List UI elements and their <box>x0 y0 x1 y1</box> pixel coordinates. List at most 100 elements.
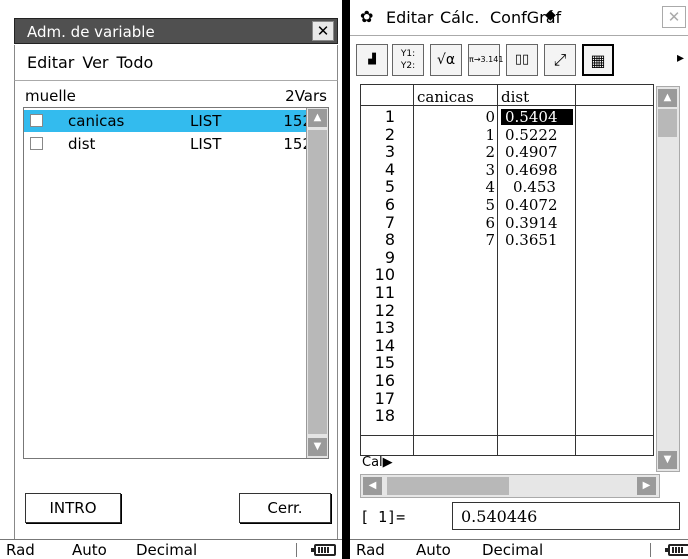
column-divider <box>413 85 414 455</box>
cell-canicas[interactable]: 4 <box>417 179 495 195</box>
gear-icon[interactable]: ✿ <box>360 7 373 26</box>
horizontal-scrollbar[interactable]: ◀ ▶ <box>360 474 660 498</box>
variable-name: canicas <box>68 112 125 130</box>
checkbox[interactable] <box>30 137 43 150</box>
scroll-down-icon[interactable]: ▼ <box>658 451 677 469</box>
row-number: 8 <box>384 230 395 250</box>
graph-icon[interactable]: ▟ <box>356 44 388 76</box>
folder-name: muelle <box>25 87 76 105</box>
status-bar: Rad Auto Decimal <box>350 539 688 559</box>
scroll-up-icon[interactable]: ▲ <box>658 89 677 107</box>
scroll-thumb[interactable] <box>658 109 677 137</box>
row-number: 17 <box>374 388 395 408</box>
row-number: 15 <box>374 353 395 373</box>
list-item[interactable]: dist LIST 152 <box>24 133 314 155</box>
row-number: 6 <box>384 195 395 214</box>
row-number: 5 <box>384 177 395 197</box>
dialog-titlebar: Adm. de variable ✕ <box>14 18 338 44</box>
menu-todo[interactable]: Todo <box>117 53 154 72</box>
checkbox[interactable] <box>30 114 43 127</box>
angle-mode[interactable]: Rad <box>356 541 385 559</box>
column-divider <box>497 85 498 455</box>
row-number: 1 <box>384 107 395 126</box>
variable-manager-pane: Adm. de variable ✕ Editar Ver Todo muell… <box>0 0 342 559</box>
cell-canicas[interactable]: 2 <box>417 144 495 160</box>
vertical-scrollbar[interactable]: ▲ ▼ <box>306 108 328 458</box>
close-button[interactable]: Cerr. <box>239 493 331 523</box>
scroll-up-icon[interactable]: ▲ <box>308 109 327 127</box>
cell-canicas[interactable]: 5 <box>417 197 495 213</box>
cell-edit-line: [ 1]= 0.540446 <box>360 500 680 534</box>
list-item[interactable]: canicas LIST 152 <box>24 110 314 132</box>
cell-value-field[interactable]: 0.540446 <box>452 502 680 530</box>
intro-button[interactable]: INTRO <box>25 493 121 523</box>
cell-dist[interactable]: 0.3914 <box>501 215 573 231</box>
table-icon[interactable]: ▦ <box>582 44 614 76</box>
angle-mode[interactable]: Rad <box>6 541 35 559</box>
vertical-scrollbar[interactable]: ▲ ▼ <box>656 86 680 472</box>
row-number: 2 <box>384 124 395 144</box>
scroll-thumb[interactable] <box>308 130 327 434</box>
menu-editar[interactable]: Editar <box>27 53 74 72</box>
pi-approx-icon[interactable]: π→3.141 <box>468 44 503 76</box>
list-table: canicas dist 1 0 0.5404 2 1 0.5222 3 2 0.4907 4 3 0… <box>360 84 654 456</box>
menu-calc[interactable]: Cálc. <box>440 8 479 27</box>
more-menu-icon[interactable]: ◆ <box>545 7 556 23</box>
column-divider <box>575 85 576 455</box>
dialog-menubar: Editar Ver Todo <box>14 45 338 81</box>
cell-dist[interactable]: 0.4072 <box>501 197 573 213</box>
status-divider <box>650 543 651 557</box>
editor-toolbar: ▟ Y1: Y2: √α π→3.141 ▯▯ ⤢ ▦ ▸ <box>350 36 688 82</box>
cell-canicas[interactable]: 1 <box>417 127 495 143</box>
number-format[interactable]: Decimal <box>136 541 197 559</box>
status-bar: Rad Auto Decimal <box>0 539 342 559</box>
row-number: 18 <box>374 406 395 426</box>
resize-icon[interactable]: ⤢ <box>544 44 576 76</box>
cell-dist[interactable]: 0.4698 <box>501 162 573 178</box>
menu-editar[interactable]: Editar <box>386 8 433 27</box>
cell-canicas[interactable]: 3 <box>417 162 495 178</box>
status-divider <box>296 543 297 557</box>
calc-mode[interactable]: Auto <box>416 541 451 559</box>
folder-row: muelle 2Vars <box>25 87 327 107</box>
number-format[interactable]: Decimal <box>482 541 543 559</box>
close-icon[interactable]: ✕ <box>312 21 334 41</box>
cell-dist[interactable]: 0.5222 <box>501 127 573 143</box>
row-number: 12 <box>374 300 395 320</box>
row-number: 13 <box>374 318 395 338</box>
calc-mode[interactable]: Auto <box>72 541 107 559</box>
cell-dist[interactable]: 0.453 <box>501 179 573 195</box>
row-number: 9 <box>384 247 395 267</box>
column-header-dist[interactable]: dist <box>501 88 529 106</box>
cell-canicas[interactable]: 6 <box>417 215 495 231</box>
scroll-down-icon[interactable]: ▼ <box>308 438 327 456</box>
close-icon[interactable]: ✕ <box>662 6 686 28</box>
y-editor-icon[interactable]: Y1: Y2: <box>392 44 424 76</box>
toolbar-more-icon[interactable]: ▸ <box>677 50 684 66</box>
cal-divider <box>361 435 653 436</box>
menu-ver[interactable]: Ver <box>82 53 108 72</box>
row-number: 11 <box>374 283 395 302</box>
row-number: 14 <box>374 335 395 355</box>
row-number: 4 <box>384 159 395 179</box>
variable-type: LIST <box>190 112 222 130</box>
scroll-left-icon[interactable]: ◀ <box>363 477 382 495</box>
cell-dist[interactable]: 0.5404 <box>501 109 573 125</box>
variable-name: dist <box>68 135 96 153</box>
row-number: 3 <box>384 142 395 162</box>
cal-row-label[interactable]: Cal▶ <box>362 455 393 470</box>
variable-type: LIST <box>190 135 222 153</box>
variable-count: 2Vars <box>285 87 327 105</box>
column-header-canicas[interactable]: canicas <box>417 88 474 106</box>
scroll-right-icon[interactable]: ▶ <box>637 477 656 495</box>
scroll-thumb[interactable] <box>387 477 509 495</box>
stat-calc-icon[interactable]: ▯▯ <box>506 44 538 76</box>
cell-index-label: [ 1]= <box>360 508 406 526</box>
cell-canicas[interactable]: 7 <box>417 232 495 248</box>
sqrt-alpha-icon[interactable]: √α <box>430 44 462 76</box>
cell-dist[interactable]: 0.3651 <box>501 232 573 248</box>
cell-dist[interactable]: 0.4907 <box>501 144 573 160</box>
dialog-body: muelle 2Vars canicas LIST 152 dist LIST … <box>14 81 338 541</box>
cell-canicas[interactable]: 0 <box>417 109 495 125</box>
variable-list: canicas LIST 152 dist LIST 152 ▲ ▼ <box>23 107 329 459</box>
